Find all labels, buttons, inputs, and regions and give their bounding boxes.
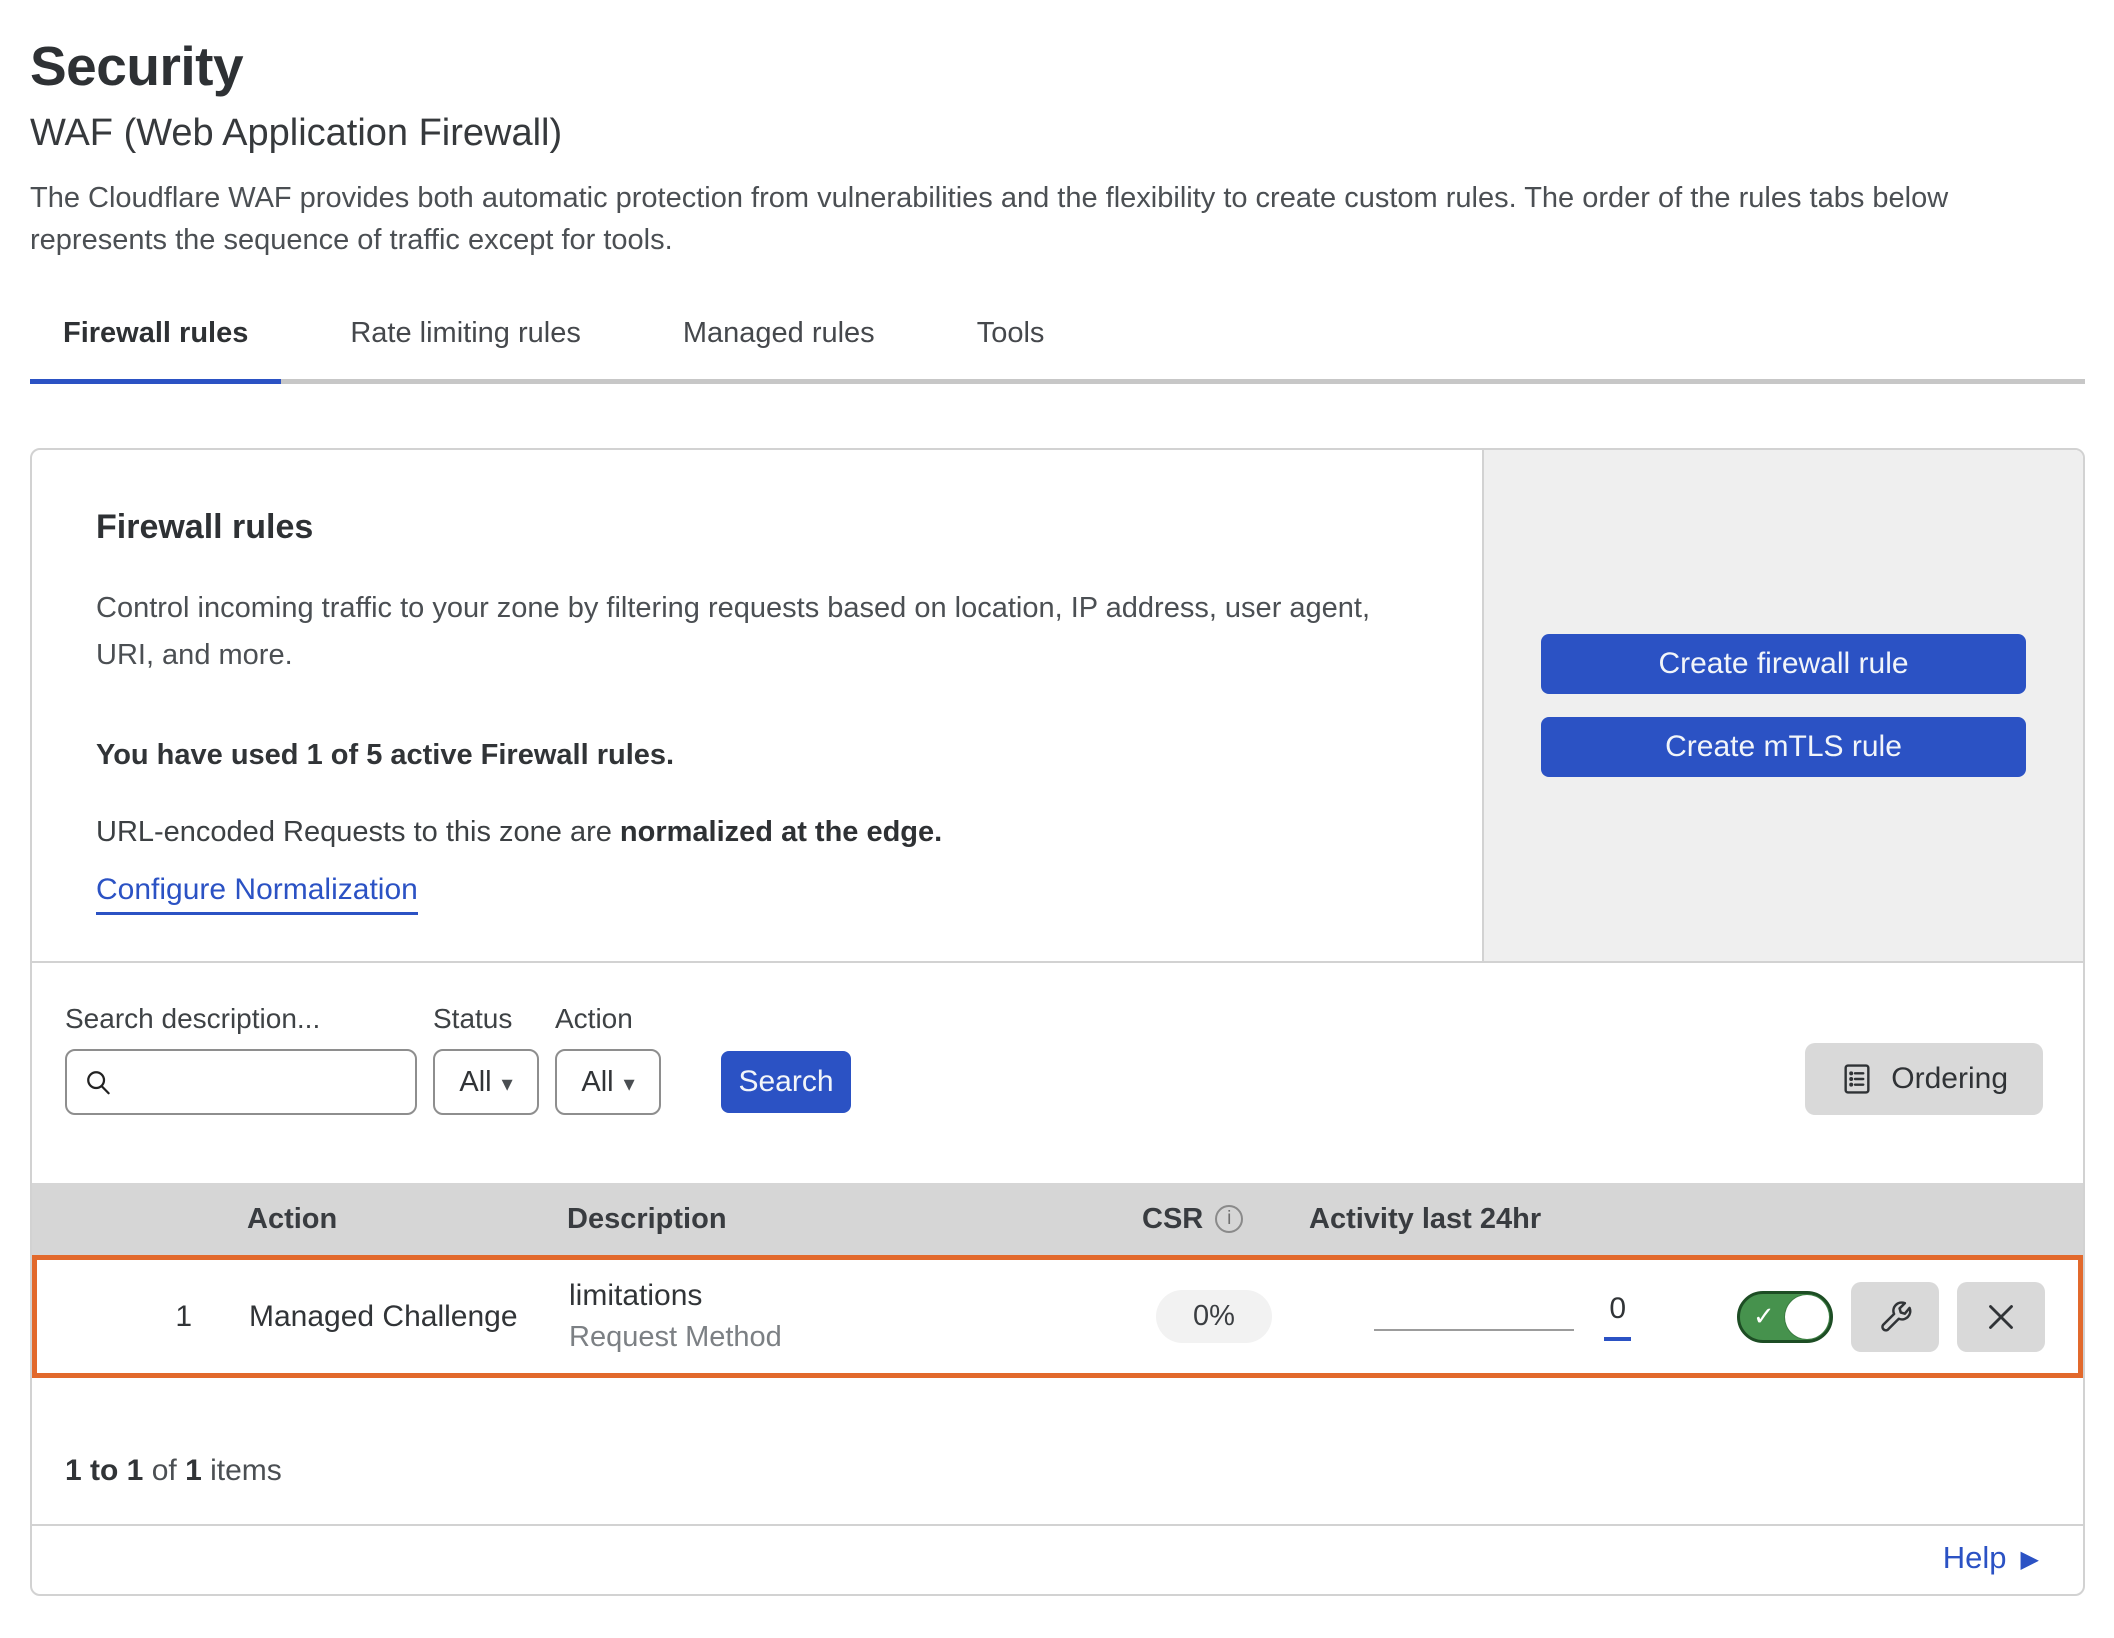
status-label: Status bbox=[433, 1003, 539, 1035]
tab-rate-limiting-rules[interactable]: Rate limiting rules bbox=[317, 317, 613, 384]
action-column-header: Action bbox=[217, 1203, 537, 1236]
page-subtitle: WAF (Web Application Firewall) bbox=[30, 112, 2085, 155]
tab-bar: Firewall rules Rate limiting rules Manag… bbox=[30, 317, 2085, 384]
create-mtls-rule-button[interactable]: Create mTLS rule bbox=[1541, 717, 2026, 777]
rule-activity-cell: 0 bbox=[1284, 1292, 1717, 1341]
rule-controls: ✓ bbox=[1717, 1282, 2078, 1352]
csr-column-header: CSR i bbox=[1112, 1203, 1279, 1236]
edit-rule-button[interactable] bbox=[1851, 1282, 1939, 1352]
security-waf-page: Security WAF (Web Application Firewall) … bbox=[0, 0, 2114, 1596]
usage-text: You have used 1 of 5 active Firewall rul… bbox=[96, 739, 1442, 772]
help-link[interactable]: Help ▶ bbox=[1943, 1540, 2039, 1576]
activity-count-link[interactable]: 0 bbox=[1604, 1292, 1631, 1341]
normalization-bold: normalized at the edge. bbox=[620, 816, 942, 848]
csr-badge: 0% bbox=[1156, 1290, 1272, 1343]
ordered-list-icon bbox=[1840, 1062, 1874, 1096]
search-icon bbox=[83, 1067, 113, 1097]
create-firewall-rule-button[interactable]: Create firewall rule bbox=[1541, 634, 2026, 694]
action-dropdown[interactable]: All ▾ bbox=[555, 1049, 661, 1115]
description-column-header: Description bbox=[537, 1203, 1112, 1236]
search-box[interactable] bbox=[65, 1049, 417, 1115]
tab-tools[interactable]: Tools bbox=[944, 317, 1078, 384]
search-input[interactable] bbox=[123, 1066, 401, 1098]
items-range: 1 to 1 bbox=[65, 1454, 143, 1487]
page-title: Security bbox=[30, 34, 2085, 98]
activity-column-header: Activity last 24hr bbox=[1279, 1203, 1712, 1236]
delete-rule-button[interactable] bbox=[1957, 1282, 2045, 1352]
tab-managed-rules[interactable]: Managed rules bbox=[650, 317, 908, 384]
card-description: Control incoming traffic to your zone by… bbox=[96, 585, 1426, 679]
action-label: Action bbox=[555, 1003, 661, 1035]
close-icon bbox=[1983, 1299, 2019, 1335]
rule-expression: Request Method bbox=[569, 1321, 1117, 1354]
normalization-prefix: URL-encoded Requests to this zone are bbox=[96, 816, 620, 848]
firewall-rules-summary: Firewall rules Control incoming traffic … bbox=[32, 450, 2083, 961]
action-dropdown-value: All bbox=[581, 1066, 613, 1099]
firewall-rules-card: Firewall rules Control incoming traffic … bbox=[30, 448, 2085, 1596]
check-icon: ✓ bbox=[1753, 1300, 1775, 1331]
ordering-button[interactable]: Ordering bbox=[1805, 1043, 2043, 1115]
card-heading: Firewall rules bbox=[96, 508, 1442, 547]
rule-description-cell: limitations Request Method bbox=[542, 1279, 1117, 1354]
csr-header-label: CSR bbox=[1142, 1203, 1203, 1236]
search-button[interactable]: Search bbox=[721, 1051, 851, 1113]
chevron-down-icon: ▾ bbox=[502, 1071, 513, 1097]
rule-priority: 1 bbox=[37, 1300, 222, 1334]
rule-action: Managed Challenge bbox=[222, 1300, 542, 1334]
chevron-down-icon: ▾ bbox=[624, 1071, 635, 1097]
items-of: of bbox=[143, 1454, 185, 1487]
arrow-right-icon: ▶ bbox=[2021, 1545, 2039, 1574]
help-row: Help ▶ bbox=[32, 1524, 2083, 1594]
firewall-rules-info: Firewall rules Control incoming traffic … bbox=[32, 450, 1482, 961]
rule-csr-cell: 0% bbox=[1117, 1290, 1284, 1343]
activity-sparkline bbox=[1374, 1329, 1574, 1331]
firewall-rule-row: 1 Managed Challenge limitations Request … bbox=[32, 1255, 2083, 1378]
help-label: Help bbox=[1943, 1540, 2007, 1576]
page-description: The Cloudflare WAF provides both automat… bbox=[30, 177, 2085, 261]
info-icon[interactable]: i bbox=[1215, 1205, 1243, 1233]
rule-description: limitations bbox=[569, 1279, 1117, 1313]
ordering-button-label: Ordering bbox=[1891, 1062, 2008, 1096]
items-word: items bbox=[202, 1454, 282, 1487]
configure-normalization-link[interactable]: Configure Normalization bbox=[96, 873, 418, 915]
rules-table-header: Action Description CSR i Activity last 2… bbox=[32, 1183, 2083, 1255]
wrench-icon bbox=[1876, 1298, 1914, 1336]
items-count: 1 to 1 of 1 items bbox=[32, 1378, 2083, 1524]
status-dropdown[interactable]: All ▾ bbox=[433, 1049, 539, 1115]
filter-bar: Search description... Status All ▾ bbox=[32, 961, 2083, 1183]
status-dropdown-value: All bbox=[459, 1066, 491, 1099]
rule-enabled-toggle[interactable]: ✓ bbox=[1737, 1291, 1833, 1343]
items-total: 1 bbox=[185, 1454, 202, 1487]
toggle-knob bbox=[1785, 1295, 1829, 1339]
tab-firewall-rules[interactable]: Firewall rules bbox=[30, 317, 281, 384]
search-label: Search description... bbox=[65, 1003, 417, 1035]
normalization-text: URL-encoded Requests to this zone are no… bbox=[96, 816, 1442, 849]
card-actions-panel: Create firewall rule Create mTLS rule bbox=[1482, 450, 2083, 961]
